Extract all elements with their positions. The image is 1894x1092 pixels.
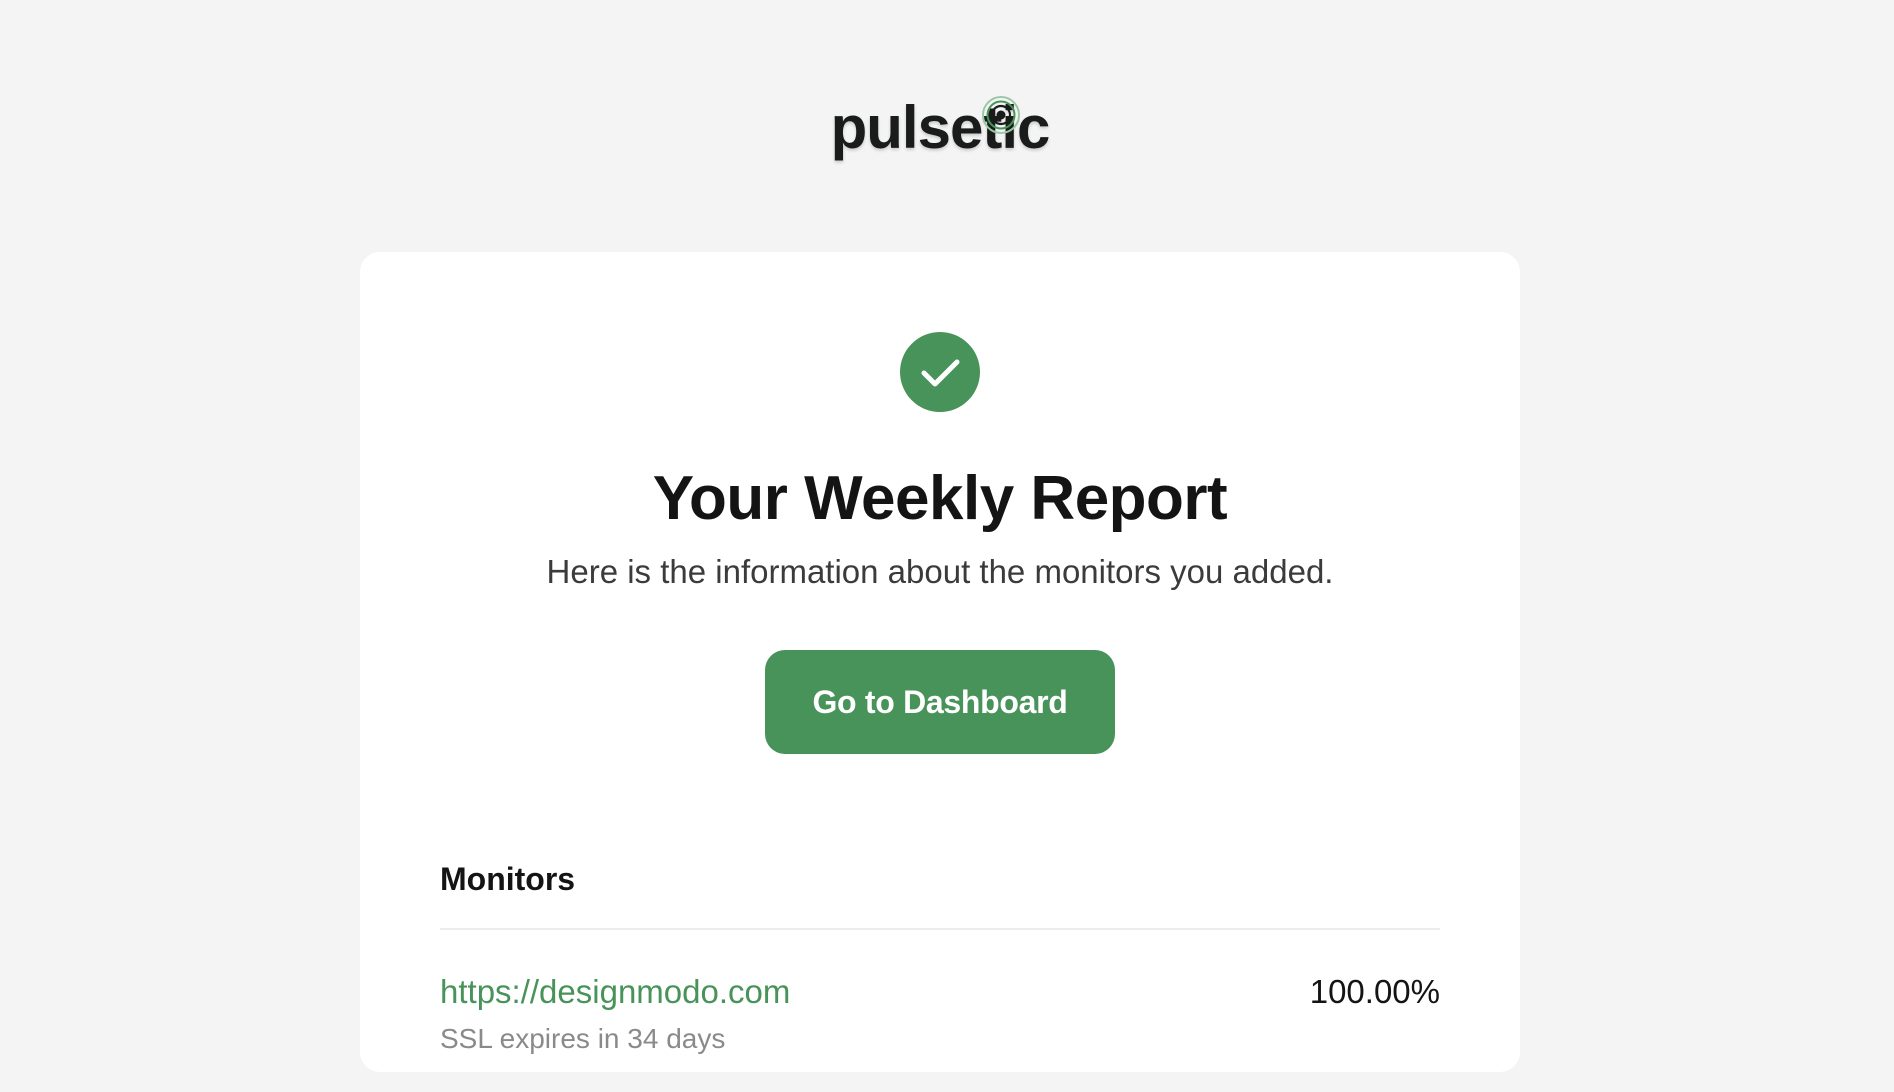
go-to-dashboard-button[interactable]: Go to Dashboard bbox=[765, 650, 1115, 754]
monitor-row: https://designmodo.com 100.00% SSL expir… bbox=[440, 972, 1440, 1092]
monitors-heading: Monitors bbox=[440, 861, 576, 897]
divider bbox=[440, 928, 1440, 930]
email-page: pulsetic Your Weekly Report Here is the … bbox=[0, 0, 1894, 1072]
monitor-uptime: 100.00% bbox=[1309, 973, 1440, 1010]
check-circle-icon bbox=[900, 332, 980, 412]
monitor-url-link[interactable]: https://designmodo.com bbox=[440, 972, 790, 1012]
header-logo: pulsetic bbox=[0, 96, 1880, 178]
report-title: Your Weekly Report bbox=[652, 464, 1228, 533]
report-subtitle: Here is the information about the monito… bbox=[546, 553, 1334, 590]
report-card: Your Weekly Report Here is the informati… bbox=[360, 252, 1520, 1072]
signal-icon bbox=[982, 96, 1021, 134]
checkmark-icon bbox=[921, 359, 960, 387]
monitor-subtext: SSL expires in 34 days bbox=[440, 1023, 726, 1054]
logo-wrapper: pulsetic bbox=[831, 96, 1050, 158]
